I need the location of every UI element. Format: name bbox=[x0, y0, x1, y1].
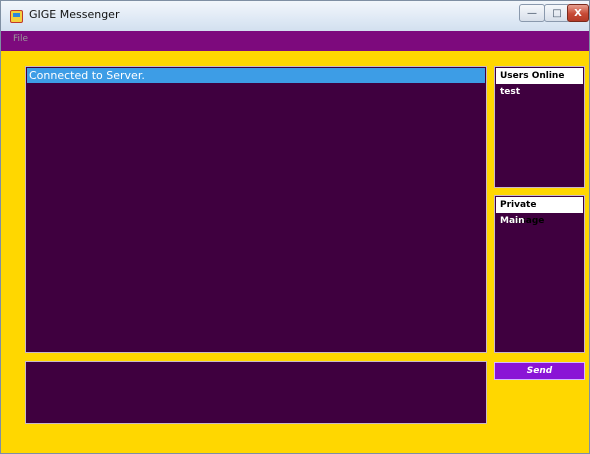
private-message-item[interactable]: Main bbox=[500, 216, 525, 226]
chat-message[interactable]: Connected to Server. bbox=[27, 68, 485, 83]
private-message-list[interactable]: Private Message Main bbox=[494, 195, 585, 353]
title-bar[interactable]: GIGE Messenger — □ X bbox=[1, 1, 589, 31]
users-online-list[interactable]: Users Online test bbox=[494, 66, 585, 188]
user-item[interactable]: test bbox=[500, 87, 520, 97]
maximize-icon: □ bbox=[552, 7, 562, 19]
send-button[interactable]: Send bbox=[494, 362, 585, 380]
users-online-header: Users Online bbox=[496, 68, 583, 84]
minimize-button[interactable]: — bbox=[519, 4, 545, 22]
chat-log[interactable]: Connected to Server. bbox=[25, 66, 487, 353]
client-area: Connected to Server. Users Online test P… bbox=[1, 51, 589, 453]
private-message-header: Private Message bbox=[496, 197, 583, 226]
send-button-label: Send bbox=[526, 366, 553, 376]
app-icon bbox=[10, 10, 23, 23]
minimize-icon: — bbox=[527, 7, 537, 19]
close-icon: X bbox=[574, 7, 582, 19]
messenger-window: GIGE Messenger — □ X File Connected to S… bbox=[0, 0, 590, 454]
close-button[interactable]: X bbox=[567, 4, 589, 22]
menu-file[interactable]: File bbox=[13, 34, 28, 44]
message-input[interactable] bbox=[25, 361, 487, 424]
menu-bar: File bbox=[1, 31, 589, 51]
window-title: GIGE Messenger bbox=[29, 8, 120, 21]
